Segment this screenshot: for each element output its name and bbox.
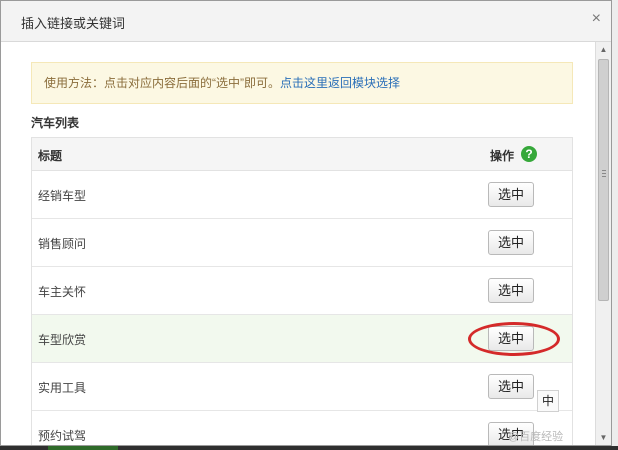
table-header: 标题 操作 ? bbox=[32, 138, 572, 171]
thumb-grip bbox=[602, 173, 606, 174]
usage-notice-text: 使用方法：点击对应内容后面的“选中”即可。 bbox=[44, 76, 280, 90]
thumb-grip bbox=[602, 176, 606, 177]
help-icon[interactable]: ? bbox=[521, 146, 537, 162]
table-row: 经销车型 选中 bbox=[32, 171, 572, 219]
thumb-grip bbox=[602, 170, 606, 171]
scroll-down-icon[interactable]: ▼ bbox=[596, 430, 611, 445]
column-header-title: 标题 bbox=[38, 149, 63, 163]
select-button[interactable]: 选中 bbox=[488, 422, 534, 445]
select-button[interactable]: 选中 bbox=[488, 230, 534, 255]
vertical-scrollbar[interactable]: ▲ ▼ bbox=[595, 42, 611, 445]
column-header-action: 操作 bbox=[490, 149, 515, 163]
table-row: 预约试驾 选中 bbox=[32, 411, 572, 445]
usage-notice: 使用方法：点击对应内容后面的“选中”即可。点击这里返回模块选择 bbox=[31, 62, 573, 104]
select-button[interactable]: 选中 bbox=[488, 326, 534, 351]
close-icon[interactable]: × bbox=[592, 11, 601, 27]
dialog-content: 使用方法：点击对应内容后面的“选中”即可。点击这里返回模块选择 汽车列表 标题 … bbox=[1, 42, 595, 445]
row-title: 车型欣赏 bbox=[38, 333, 87, 347]
background-page-edge bbox=[612, 0, 618, 450]
overlay-button-fragment: 中 bbox=[537, 390, 559, 412]
table-row: 实用工具 选中 bbox=[32, 363, 572, 411]
row-title: 预约试驾 bbox=[38, 429, 87, 443]
dialog-titlebar: 插入链接或关键词 × bbox=[1, 1, 611, 42]
select-button[interactable]: 选中 bbox=[488, 278, 534, 303]
row-title: 销售顾问 bbox=[38, 237, 87, 251]
row-title: 实用工具 bbox=[38, 381, 87, 395]
back-to-module-link[interactable]: 点击这里返回模块选择 bbox=[280, 76, 400, 90]
select-button[interactable]: 选中 bbox=[488, 374, 534, 399]
table-row: 销售顾问 选中 bbox=[32, 219, 572, 267]
insert-link-dialog: 插入链接或关键词 × 使用方法：点击对应内容后面的“选中”即可。点击这里返回模块… bbox=[0, 0, 612, 446]
scroll-up-icon[interactable]: ▲ bbox=[596, 42, 611, 58]
table-row-highlighted: 车型欣赏 选中 bbox=[32, 315, 572, 363]
dialog-title: 插入链接或关键词 bbox=[21, 16, 126, 31]
row-title: 经销车型 bbox=[38, 189, 87, 203]
scroll-thumb[interactable] bbox=[598, 59, 609, 301]
table-row: 车主关怀 选中 bbox=[32, 267, 572, 315]
select-button[interactable]: 选中 bbox=[488, 182, 534, 207]
car-list-table: 标题 操作 ? 经销车型 选中 销售顾问 选中 车主关怀 选中 车型欣赏 选中 … bbox=[31, 137, 573, 445]
row-title: 车主关怀 bbox=[38, 285, 87, 299]
list-title: 汽车列表 bbox=[31, 116, 80, 130]
